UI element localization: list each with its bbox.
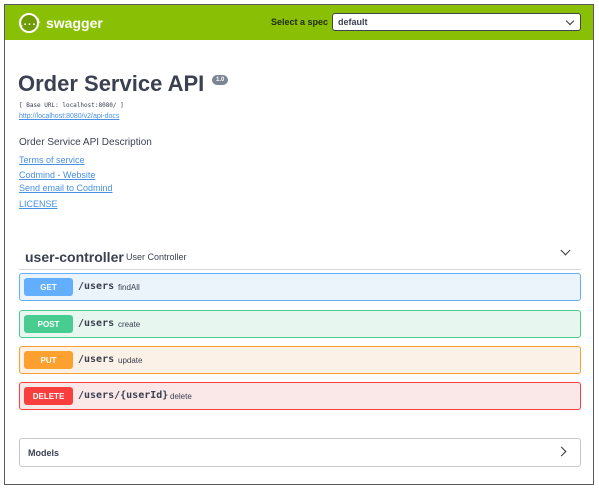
operation-delete-user[interactable]: DELETE /users/{userId} delete: [19, 382, 581, 410]
operation-get-users[interactable]: GET /users findAll: [19, 273, 581, 301]
operation-path: /users/{userId}: [78, 390, 169, 401]
swagger-logo[interactable]: {...} swagger: [18, 13, 103, 33]
method-badge-post: POST: [24, 315, 73, 333]
controller-header[interactable]: user-controller User Controller: [19, 241, 581, 270]
email-link[interactable]: Send email to Codmind: [19, 183, 113, 193]
models-label: Models: [28, 448, 60, 458]
swagger-logo-icon: {...}: [18, 13, 41, 33]
models-section[interactable]: Models: [19, 438, 581, 467]
spec-select[interactable]: default: [332, 13, 581, 31]
method-badge-get: GET: [24, 278, 73, 296]
controller-description: User Controller: [126, 252, 187, 262]
terms-of-service-link[interactable]: Terms of service: [19, 155, 85, 165]
api-docs-link[interactable]: http://localhost:8080/v2/api-docs: [19, 113, 119, 120]
website-link[interactable]: Codmind - Website: [19, 170, 95, 180]
operation-path: /users: [78, 354, 115, 365]
chevron-down-icon: [565, 16, 575, 26]
operation-path: /users: [78, 318, 115, 329]
swagger-logo-text: swagger: [46, 15, 103, 31]
base-url: [ Base URL: localhost:8080/ ]: [19, 102, 124, 109]
method-badge-put: PUT: [24, 351, 73, 369]
operation-summary: create: [118, 320, 141, 329]
operation-summary: delete: [170, 392, 192, 401]
operation-summary: update: [118, 356, 143, 365]
chevron-down-icon[interactable]: [560, 245, 571, 256]
operation-path: /users: [78, 281, 115, 292]
chevron-right-icon[interactable]: [556, 446, 567, 457]
version-badge: 1.0: [212, 75, 229, 85]
api-description: Order Service API Description: [19, 137, 152, 148]
swagger-window: {...} swagger Select a spec default Orde…: [4, 4, 594, 485]
controller-name: user-controller: [25, 249, 124, 265]
spec-select-value: default: [338, 17, 368, 27]
top-bar: {...} swagger Select a spec default: [5, 5, 593, 40]
api-title: Order Service API: [18, 71, 205, 96]
operation-put-users[interactable]: PUT /users update: [19, 346, 581, 374]
spec-select-label: Select a spec: [271, 17, 329, 27]
operation-summary: findAll: [118, 283, 140, 292]
operation-post-users[interactable]: POST /users create: [19, 310, 581, 338]
method-badge-delete: DELETE: [24, 387, 73, 405]
license-link[interactable]: LICENSE: [19, 199, 58, 209]
